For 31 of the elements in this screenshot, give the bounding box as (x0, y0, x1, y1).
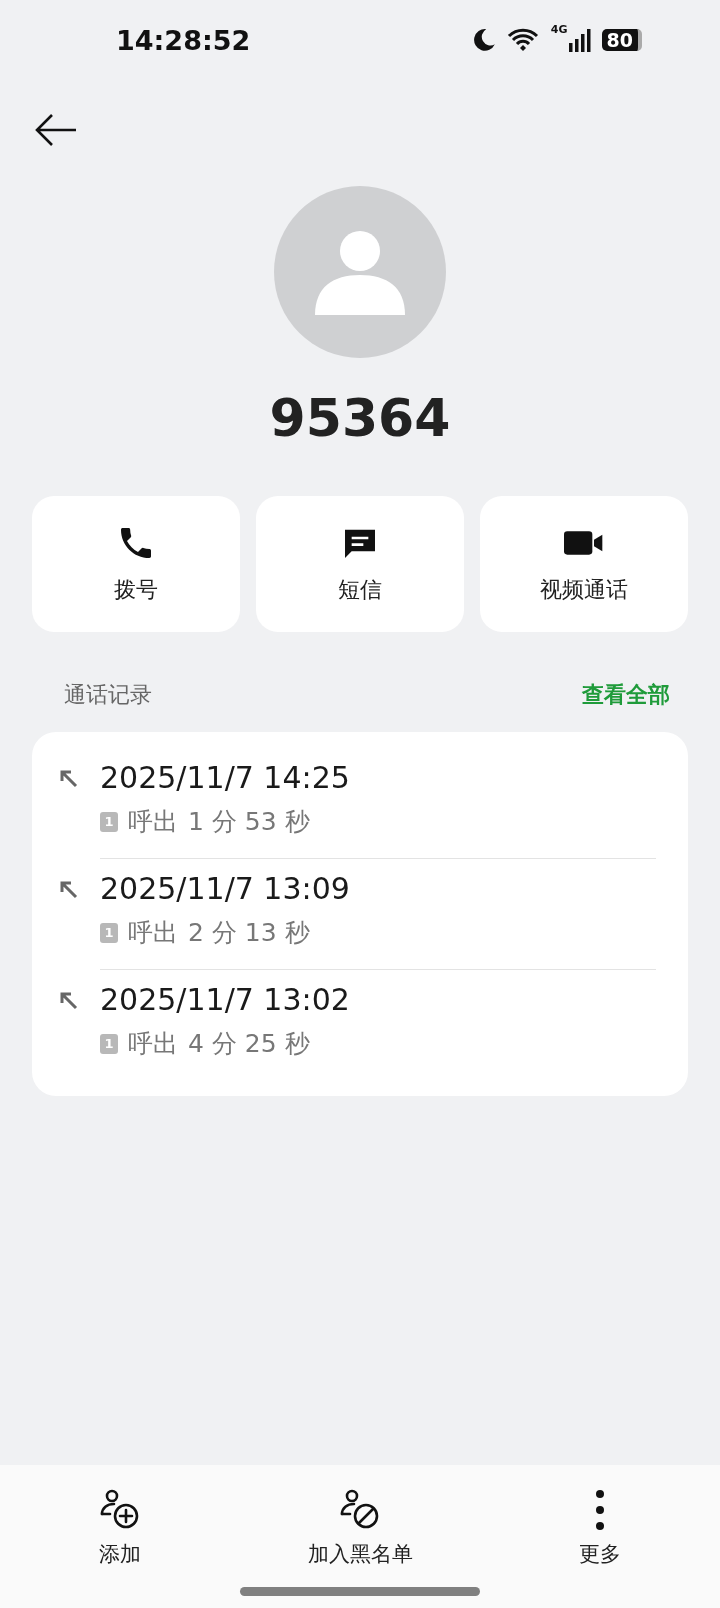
call-direction: 呼出 (128, 806, 178, 838)
status-time: 14:28:52 (116, 24, 251, 56)
message-button[interactable]: 短信 (256, 496, 464, 632)
person-icon (313, 229, 407, 315)
call-time: 2025/11/7 14:25 (100, 760, 351, 795)
call-direction: 呼出 (128, 917, 178, 949)
add-button[interactable]: 添加 (92, 1487, 148, 1569)
outgoing-call-icon (58, 990, 80, 1012)
battery-level: 80 (601, 29, 642, 51)
call-duration: 1 分 53 秒 (188, 806, 310, 838)
sim-badge: 1 (100, 811, 118, 832)
outgoing-call-icon (58, 768, 80, 790)
wifi-icon (506, 27, 541, 53)
more-button[interactable]: 更多 (573, 1487, 627, 1569)
outgoing-call-icon (58, 879, 80, 901)
video-button[interactable]: 视频通话 (480, 496, 688, 632)
call-direction: 呼出 (128, 1028, 178, 1060)
back-button[interactable] (34, 112, 78, 148)
section-title: 通话记录 (64, 681, 152, 709)
call-time: 2025/11/7 13:02 (100, 982, 351, 1017)
call-duration: 4 分 25 秒 (188, 1028, 310, 1060)
more-icon (594, 1488, 606, 1532)
call-time: 2025/11/7 13:09 (100, 871, 351, 906)
contact-number: 95364 (269, 388, 451, 448)
sim-badge: 1 (100, 1033, 118, 1054)
network-type: 4G (550, 23, 568, 36)
sim-badge: 1 (100, 922, 118, 943)
call-button[interactable]: 拨号 (32, 496, 240, 632)
signal-icon (567, 28, 592, 52)
call-duration: 2 分 13 秒 (188, 917, 310, 949)
block-button[interactable]: 加入黑名单 (301, 1487, 419, 1569)
